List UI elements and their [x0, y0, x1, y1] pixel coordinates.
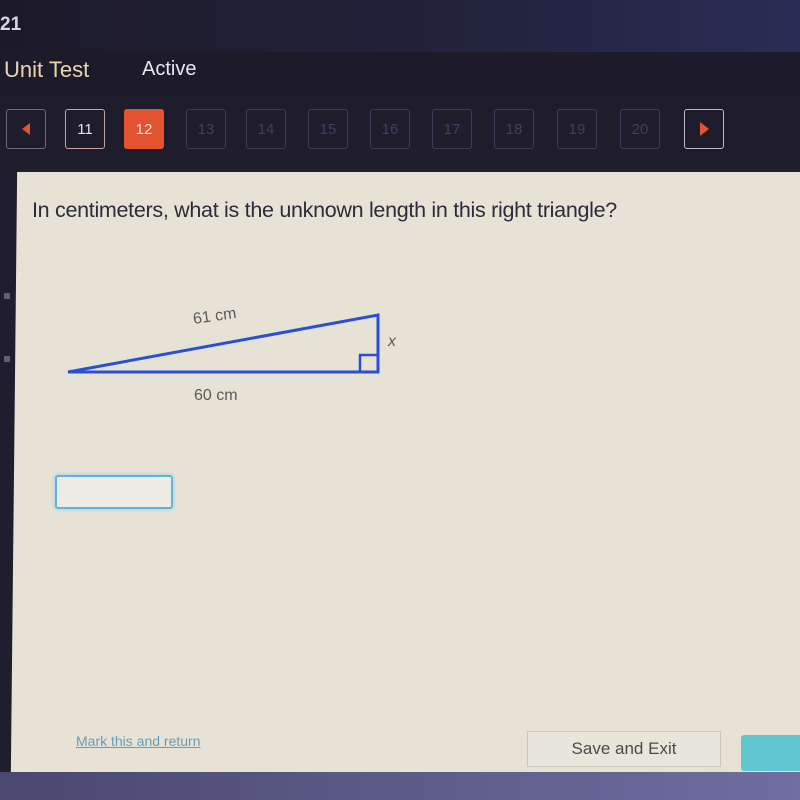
- triangle-left-icon: [22, 123, 30, 135]
- next-question-button[interactable]: [684, 109, 724, 149]
- page-button-15[interactable]: 15: [308, 109, 348, 149]
- next-button[interactable]: [741, 735, 800, 771]
- question-text: In centimeters, what is the unknown leng…: [32, 198, 617, 222]
- test-status: Active: [142, 58, 197, 80]
- question-panel: [10, 172, 800, 772]
- right-angle-marker: [358, 353, 380, 374]
- page-button-12[interactable]: 12: [124, 109, 164, 149]
- page-button-20[interactable]: 20: [620, 109, 660, 149]
- mark-and-return-link[interactable]: Mark this and return: [76, 733, 201, 749]
- bottom-bar: [0, 772, 800, 800]
- page-button-16[interactable]: 16: [370, 109, 410, 149]
- page-button-19[interactable]: 19: [557, 109, 597, 149]
- unknown-side-label: x: [388, 333, 396, 350]
- page-button-18[interactable]: 18: [494, 109, 534, 149]
- base-label: 60 cm: [194, 387, 238, 404]
- save-and-exit-button[interactable]: Save and Exit: [527, 731, 721, 767]
- side-marker: [4, 293, 10, 299]
- top-bar: 21: [0, 0, 800, 52]
- page-button-14[interactable]: 14: [246, 109, 286, 149]
- test-title: Unit Test: [4, 57, 90, 82]
- header-row: [0, 52, 800, 97]
- page-button-13[interactable]: 13: [186, 109, 226, 149]
- triangle-svg: [67, 313, 380, 374]
- page-button-17[interactable]: 17: [432, 109, 472, 149]
- answer-input[interactable]: [55, 475, 173, 509]
- triangle-right-icon: [699, 122, 709, 136]
- page-button-11[interactable]: 11: [65, 109, 105, 149]
- triangle-diagram: [60, 300, 420, 425]
- previous-question-button[interactable]: [6, 109, 46, 149]
- side-marker: [4, 356, 10, 362]
- year-fragment: 21: [0, 14, 22, 35]
